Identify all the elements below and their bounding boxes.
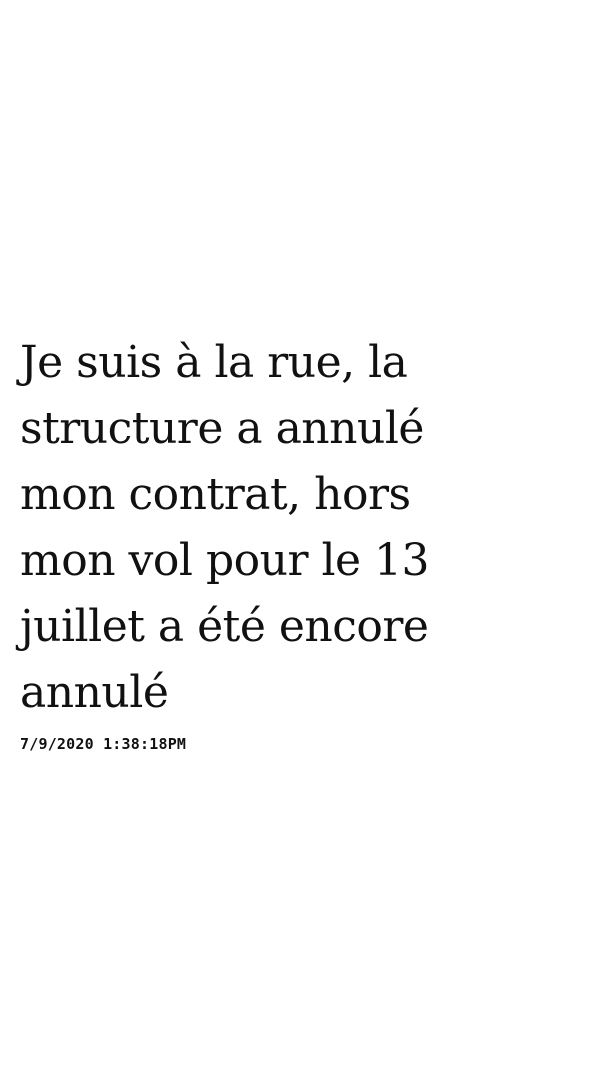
message-text: Je suis à la rue, la structure a annulé … [20, 337, 430, 718]
timestamp: 7/9/2020 1:38:18PM [20, 735, 187, 753]
screen: Je suis à la rue, la structure a annulé … [0, 0, 608, 1080]
quote-block: Je suis à la rue, la structure a annulé … [20, 330, 585, 754]
